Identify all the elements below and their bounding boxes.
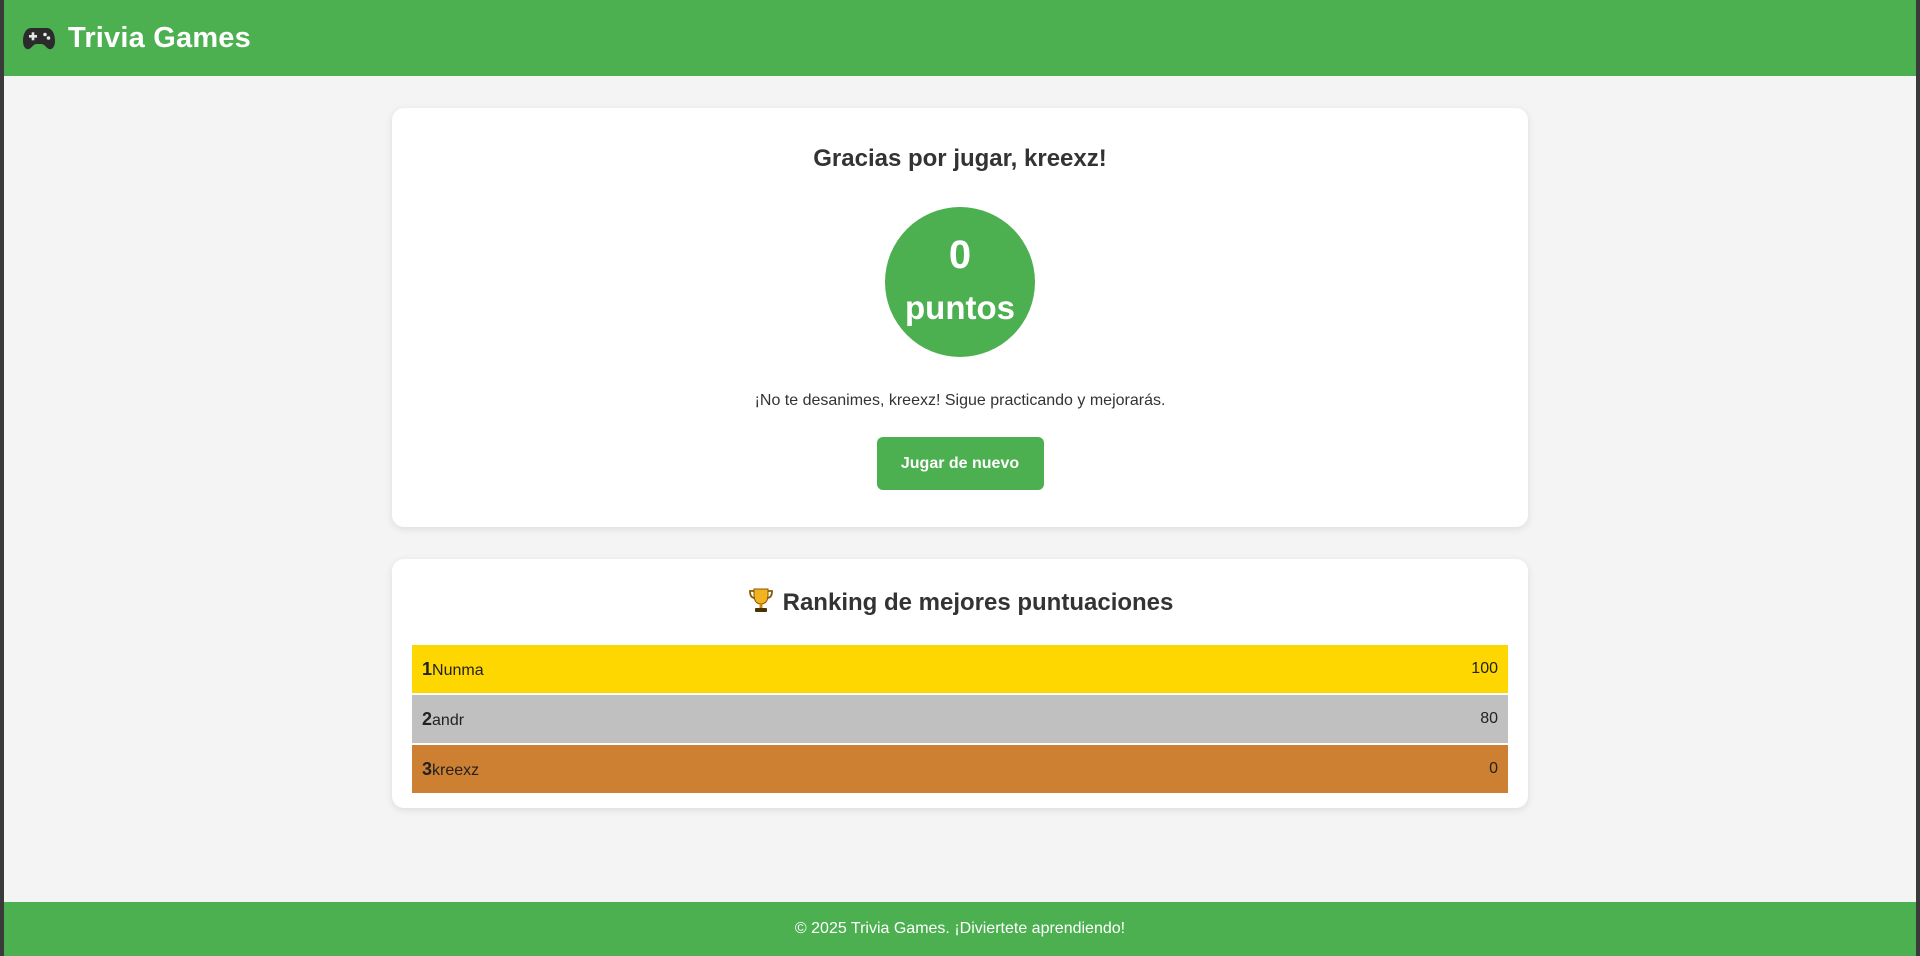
app-title: Trivia Games	[68, 21, 251, 54]
player-score: 100	[1471, 660, 1498, 677]
score-value: 0	[948, 233, 972, 277]
trophy-icon	[747, 586, 775, 621]
footer-text: © 2025 Trivia Games. ¡Diviertete aprendi…	[794, 920, 1126, 937]
gamepad-icon	[22, 25, 56, 51]
result-card: Gracias por jugar, kreexz! 0 puntos ¡No …	[392, 108, 1528, 527]
ranking-title-text: Ranking de mejores puntuaciones	[782, 589, 1174, 616]
player-name: andr	[432, 711, 465, 729]
ranking-row: 3 kreexz 0	[412, 745, 1508, 793]
ranking-entry: 1 Nunma	[422, 659, 484, 680]
ranking-entry: 3 kreexz	[422, 759, 479, 780]
rank-number: 1	[422, 658, 433, 679]
player-score: 0	[1489, 760, 1498, 777]
ranking-card: Ranking de mejores puntuaciones 1 Nunma …	[392, 559, 1528, 808]
page-footer: © 2025 Trivia Games. ¡Diviertete aprendi…	[4, 902, 1916, 956]
ranking-entry: 2 andr	[422, 709, 464, 730]
ranking-row: 2 andr 80	[412, 695, 1508, 743]
top-header: Trivia Games	[4, 0, 1916, 76]
score-unit: puntos	[905, 289, 1015, 326]
brand[interactable]: Trivia Games	[22, 22, 251, 55]
rank-number: 3	[422, 758, 433, 779]
app-window: Trivia Games Gracias por jugar, kreexz! …	[4, 0, 1916, 956]
result-message: ¡No te desanimes, kreexz! Sigue practica…	[754, 392, 1166, 409]
ranking-row: 1 Nunma 100	[412, 645, 1508, 693]
rank-number: 2	[422, 708, 433, 729]
score-circle: 0 puntos	[885, 207, 1035, 357]
result-title: Gracias por jugar, kreexz!	[813, 145, 1107, 172]
player-score: 80	[1480, 710, 1498, 727]
player-name: kreexz	[432, 761, 480, 779]
ranking-list: 1 Nunma 100 2 andr 80 3 kreexz 0	[412, 645, 1508, 793]
player-name: Nunma	[432, 661, 484, 679]
play-again-button[interactable]: Jugar de nuevo	[876, 437, 1044, 490]
ranking-title: Ranking de mejores puntuaciones	[412, 559, 1508, 623]
